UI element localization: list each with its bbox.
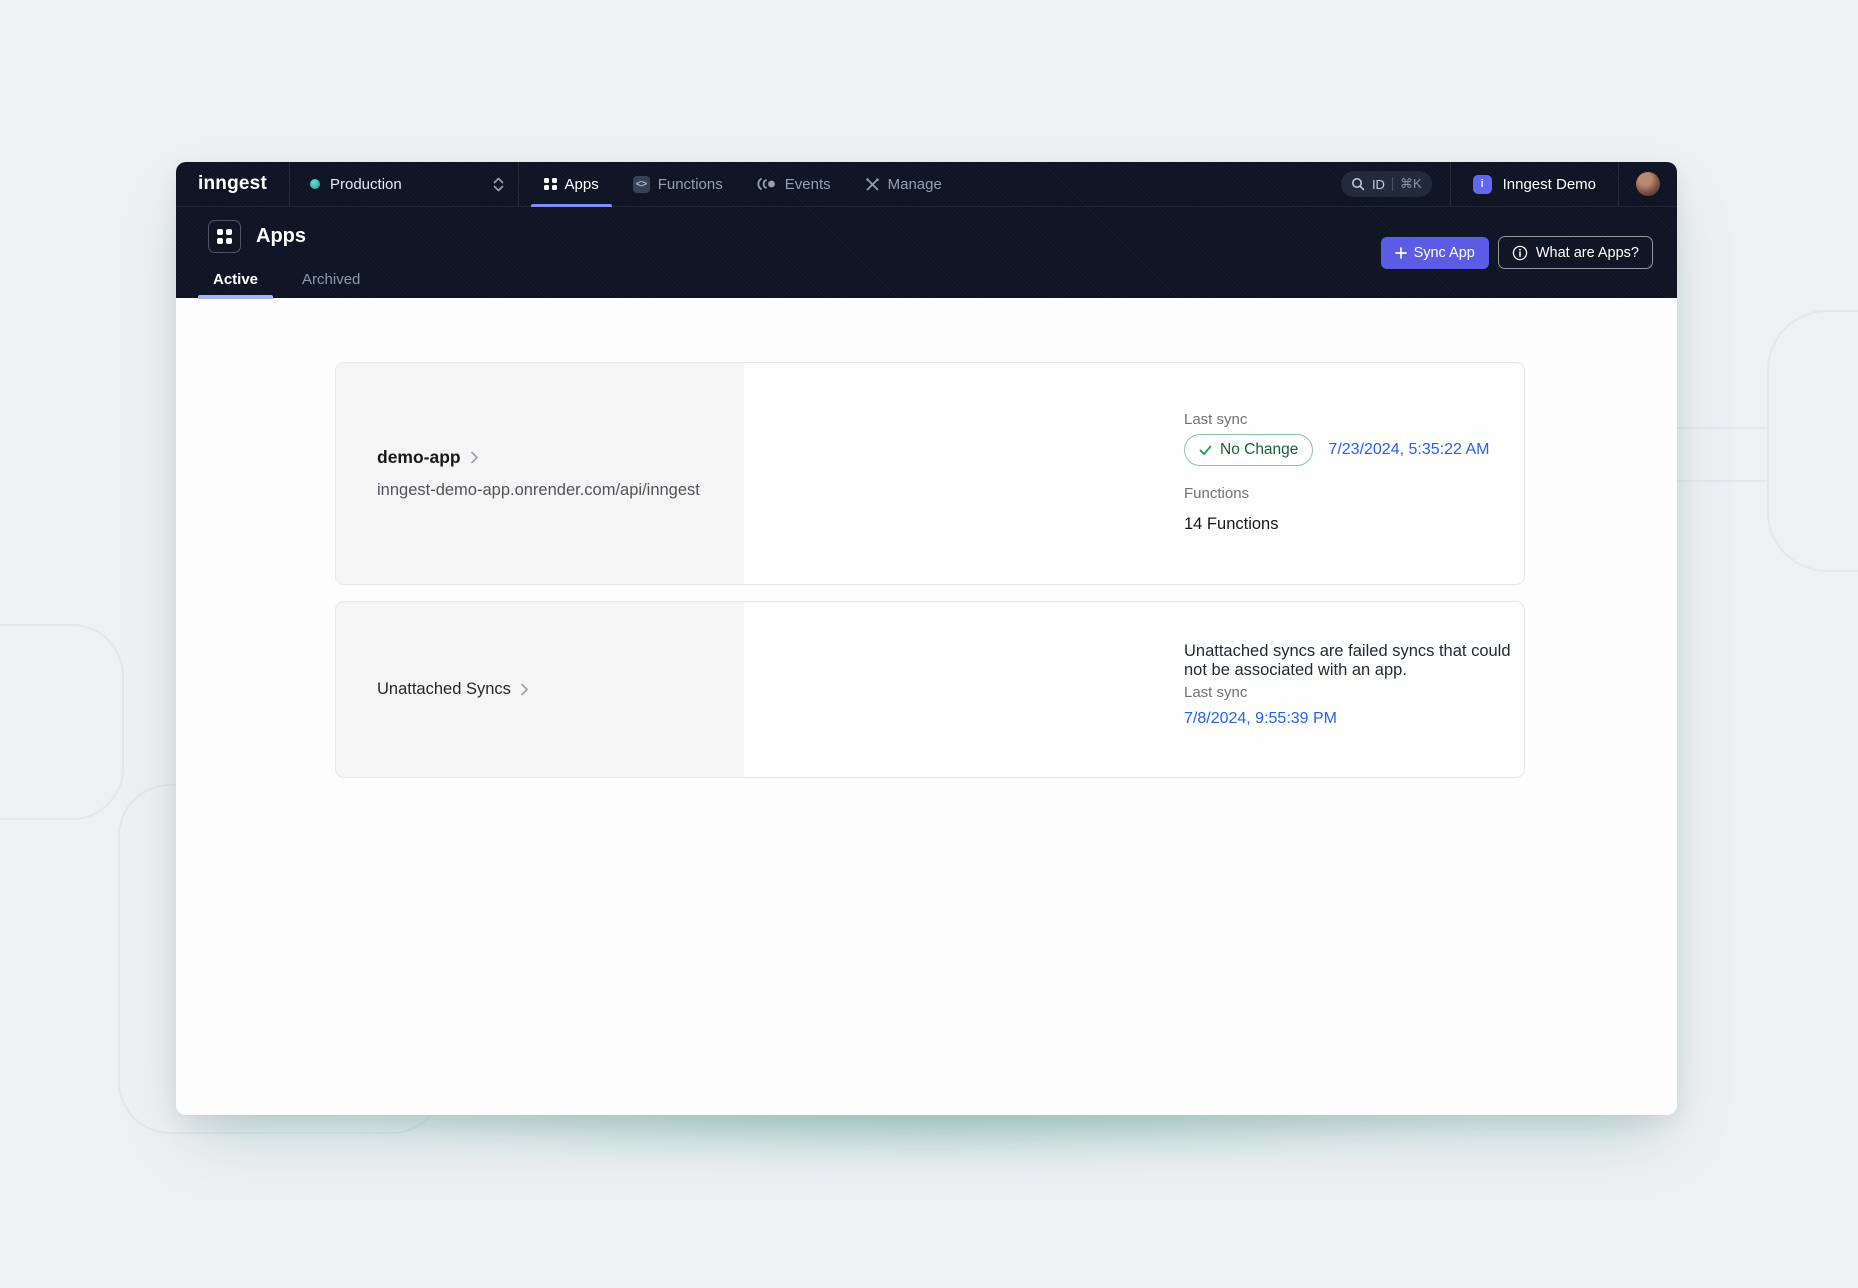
unattached-syncs-title: Unattached Syncs [377,680,511,699]
nav-tab-events[interactable]: Events [740,162,848,206]
sync-app-label: Sync App [1414,245,1475,261]
nav-tab-functions[interactable]: <> Functions [616,162,740,206]
avatar [1636,172,1660,196]
search-entity-label: ID [1372,177,1385,192]
functions-code-icon: <> [633,176,650,193]
apps-page-icon [208,220,241,253]
apps-filter-tabs: Active Archived [198,259,375,299]
chevron-right-icon [470,451,479,464]
app-card: demo-app inngest-demo-app.onrender.com/a… [335,362,1525,585]
events-stream-icon [757,177,777,191]
page-title: Apps [256,225,306,248]
what-are-apps-label: What are Apps? [1536,245,1639,261]
window-bottom-glow [206,1106,1646,1188]
check-icon [1199,445,1212,456]
status-badge-label: No Change [1220,441,1298,459]
status-badge: No Change [1184,434,1313,466]
what-are-apps-button[interactable]: What are Apps? [1498,236,1653,269]
apps-grid-icon [544,178,557,191]
plus-icon [1395,247,1407,259]
nav-tab-label: Events [785,176,831,193]
environment-status-icon [310,179,320,189]
sync-app-button[interactable]: Sync App [1381,237,1489,269]
last-sync-link[interactable]: 7/23/2024, 5:35:22 AM [1328,441,1489,459]
app-header: inngest Production Apps <> Functions [176,162,1677,298]
manage-tools-icon [865,177,880,192]
last-sync-label: Last sync [1184,411,1247,428]
search-icon [1351,177,1365,191]
nav-tab-label: Apps [565,176,599,193]
search-shortcut: ⌘K [1400,176,1422,192]
unattached-syncs-description: Unattached syncs are failed syncs that c… [1184,642,1524,680]
last-sync-label: Last sync [1184,684,1247,701]
decor-band-right [1677,427,1769,482]
chevron-up-down-icon [493,177,504,192]
user-menu[interactable] [1619,162,1677,206]
decor-rounded-rect-left-top [0,624,124,820]
functions-count: 14 Functions [1184,515,1278,534]
page-header: Apps Sync App What are Apps? [176,207,1677,299]
last-sync-row: No Change 7/23/2024, 5:35:22 AM [1184,434,1489,466]
page-title-wrap: Apps [208,220,306,253]
app-card-summary[interactable]: demo-app inngest-demo-app.onrender.com/a… [336,363,744,584]
functions-label: Functions [1184,485,1249,502]
app-window: inngest Production Apps <> Functions [176,162,1677,1115]
tab-archived[interactable]: Archived [287,259,375,299]
org-badge: i [1473,175,1492,194]
decor-rounded-rect-right [1767,310,1858,572]
chevron-right-icon [520,683,529,696]
search-divider [1392,177,1393,191]
unattached-syncs-details: Unattached syncs are failed syncs that c… [744,602,1524,777]
search-input[interactable]: ID ⌘K [1341,171,1432,197]
last-sync-link[interactable]: 7/8/2024, 9:55:39 PM [1184,710,1337,728]
header-actions: Sync App What are Apps? [1381,236,1653,269]
info-icon [1512,245,1528,261]
nav-right-cluster: ID ⌘K i Inngest Demo [1341,162,1677,206]
nav-tab-manage[interactable]: Manage [848,162,959,206]
top-nav: inngest Production Apps <> Functions [176,162,1677,207]
app-card-details: Last sync No Change 7/23/2024, 5:35:22 A… [744,363,1524,584]
unattached-syncs-summary[interactable]: Unattached Syncs [336,602,744,777]
app-url: inngest-demo-app.onrender.com/api/innges… [377,481,700,500]
environment-switcher[interactable]: Production [290,162,519,206]
account-menu[interactable]: i Inngest Demo [1451,162,1618,206]
environment-label: Production [330,176,483,193]
app-name-row[interactable]: demo-app [377,447,479,468]
logo-section: inngest [176,162,290,206]
app-name: demo-app [377,447,461,468]
nav-tabs: Apps <> Functions Events [527,162,959,206]
nav-tab-label: Functions [658,176,723,193]
tab-active[interactable]: Active [198,259,273,299]
nav-tab-apps[interactable]: Apps [527,162,616,206]
account-name: Inngest Demo [1503,176,1596,193]
unattached-syncs-card: Unattached Syncs Unattached syncs are fa… [335,601,1525,778]
tab-label: Active [213,271,258,288]
unattached-syncs-title-row[interactable]: Unattached Syncs [377,680,529,699]
tab-label: Archived [302,271,360,288]
nav-tab-label: Manage [888,176,942,193]
inngest-logo: inngest [198,173,267,195]
